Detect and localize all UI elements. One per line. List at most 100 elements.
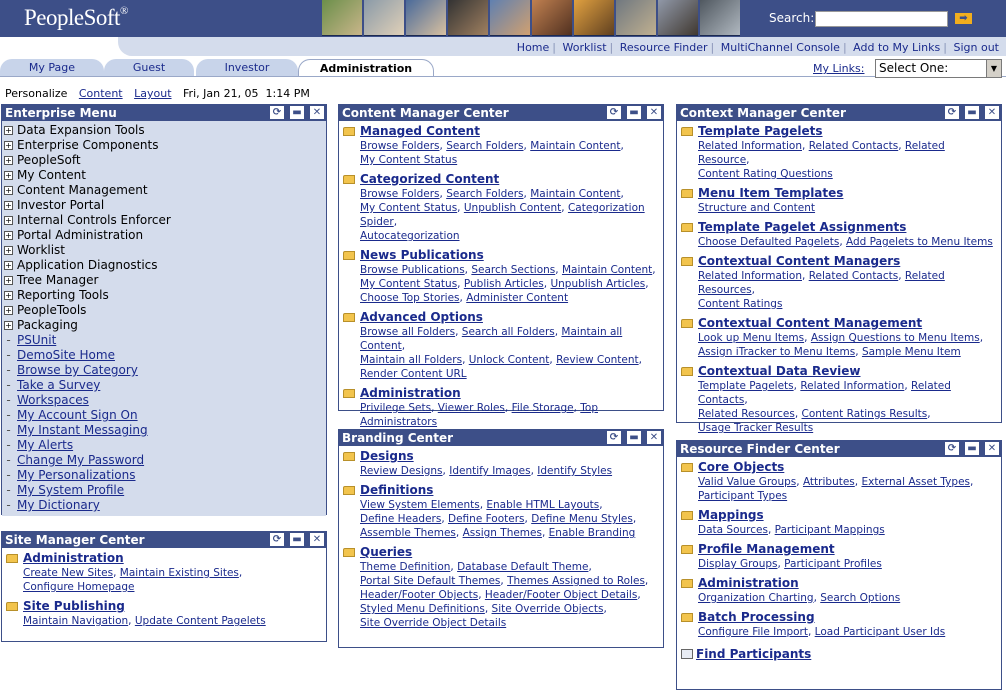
link-search-folders[interactable]: Search Folders xyxy=(446,188,523,200)
menu-folder-application-diagnostics[interactable]: + Application Diagnostics xyxy=(4,258,324,273)
expand-icon[interactable]: + xyxy=(4,291,13,300)
minimize-icon[interactable]: ▬ xyxy=(965,442,979,455)
link-maintain-content[interactable]: Maintain Content xyxy=(530,188,620,200)
section-title-link[interactable]: Profile Management xyxy=(698,542,882,557)
menu-link-my-account-sign-on[interactable]: - My Account Sign On xyxy=(4,408,324,423)
menu-folder-data-expansion-tools[interactable]: + Data Expansion Tools xyxy=(4,123,324,138)
expand-icon[interactable]: + xyxy=(4,321,13,330)
section-title-link[interactable]: Categorized Content xyxy=(360,172,659,187)
section-title-link[interactable]: Site Publishing xyxy=(23,599,266,614)
menu-link-my-alerts[interactable]: - My Alerts xyxy=(4,438,324,453)
expand-icon[interactable]: + xyxy=(4,141,13,150)
menu-link-label[interactable]: Browse by Category xyxy=(17,363,138,378)
menu-link-label[interactable]: PSUnit xyxy=(17,333,56,348)
link-review-designs[interactable]: Review Designs xyxy=(360,465,443,477)
link-define-headers[interactable]: Define Headers xyxy=(360,513,441,525)
menu-link-browse-by-category[interactable]: - Browse by Category xyxy=(4,363,324,378)
link-enable-html-layouts[interactable]: Enable HTML Layouts xyxy=(486,499,599,511)
expand-icon[interactable]: + xyxy=(4,171,13,180)
link-maintain-existing-sites[interactable]: Maintain Existing Sites xyxy=(120,567,239,579)
link-display-groups[interactable]: Display Groups xyxy=(698,558,777,570)
menu-link-my-instant-messaging[interactable]: - My Instant Messaging xyxy=(4,423,324,438)
link-identify-styles[interactable]: Identify Styles xyxy=(537,465,612,477)
section-title-link[interactable]: Advanced Options xyxy=(360,310,659,325)
link-attributes[interactable]: Attributes xyxy=(803,476,855,488)
link-privilege-sets[interactable]: Privilege Sets xyxy=(360,402,431,414)
section-title-link[interactable]: Administration xyxy=(698,576,900,591)
link-define-footers[interactable]: Define Footers xyxy=(448,513,525,525)
link-search-options[interactable]: Search Options xyxy=(820,592,900,604)
menu-folder-peoplesoft[interactable]: + PeopleSoft xyxy=(4,153,324,168)
link-identify-images[interactable]: Identify Images xyxy=(449,465,530,477)
link-usage-tracker-results[interactable]: Usage Tracker Results xyxy=(698,422,813,434)
link-administer-content[interactable]: Administer Content xyxy=(466,292,568,304)
link-maintain-navigation[interactable]: Maintain Navigation xyxy=(23,615,128,627)
link-add-pagelets-to-menu-items[interactable]: Add Pagelets to Menu Items xyxy=(846,236,993,248)
expand-icon[interactable]: + xyxy=(4,186,13,195)
menu-link-label[interactable]: My Instant Messaging xyxy=(17,423,148,438)
close-icon[interactable]: ✕ xyxy=(310,533,324,546)
personalize-content-link[interactable]: Content xyxy=(79,87,123,100)
link-unlock-content[interactable]: Unlock Content xyxy=(469,354,550,366)
link-create-new-sites[interactable]: Create New Sites xyxy=(23,567,113,579)
refresh-icon[interactable]: ⟳ xyxy=(270,106,284,119)
menu-folder-reporting-tools[interactable]: + Reporting Tools xyxy=(4,288,324,303)
menu-link-workspaces[interactable]: - Workspaces xyxy=(4,393,324,408)
close-icon[interactable]: ✕ xyxy=(647,106,661,119)
link-search-all-folders[interactable]: Search all Folders xyxy=(462,326,555,338)
tab-guest-label[interactable]: Guest xyxy=(133,61,165,74)
link-data-sources[interactable]: Data Sources xyxy=(698,524,768,536)
refresh-icon[interactable]: ⟳ xyxy=(607,106,621,119)
menu-link-label[interactable]: My Dictionary xyxy=(17,498,100,513)
link-unpublish-articles[interactable]: Unpublish Articles xyxy=(550,278,645,290)
link-browse-folders[interactable]: Browse Folders xyxy=(360,188,440,200)
link-load-participant-user-ids[interactable]: Load Participant User Ids xyxy=(815,626,946,638)
expand-icon[interactable]: + xyxy=(4,216,13,225)
refresh-icon[interactable]: ⟳ xyxy=(270,533,284,546)
link-enable-branding[interactable]: Enable Branding xyxy=(549,527,636,539)
expand-icon[interactable]: + xyxy=(4,261,13,270)
link-organization-charting[interactable]: Organization Charting xyxy=(698,592,814,604)
expand-icon[interactable]: + xyxy=(4,231,13,240)
link-external-asset-types[interactable]: External Asset Types xyxy=(861,476,970,488)
link-template-pagelets[interactable]: Template Pagelets xyxy=(698,380,794,392)
link-my-content-status[interactable]: My Content Status xyxy=(360,154,457,166)
menu-folder-internal-controls-enforcer[interactable]: + Internal Controls Enforcer xyxy=(4,213,324,228)
tab-investor-label[interactable]: Investor xyxy=(225,61,270,74)
link-assign-questions-to-menu-items[interactable]: Assign Questions to Menu Items xyxy=(811,332,980,344)
section-title-link[interactable]: Administration xyxy=(23,551,242,566)
menu-link-label[interactable]: Workspaces xyxy=(17,393,89,408)
link-assign-itracker-to-menu-items[interactable]: Assign iTracker to Menu Items xyxy=(698,346,855,358)
tab-administration[interactable]: Administration xyxy=(298,59,434,77)
menu-folder-peopletools[interactable]: + PeopleTools xyxy=(4,303,324,318)
menu-folder-tree-manager[interactable]: + Tree Manager xyxy=(4,273,324,288)
close-icon[interactable]: ✕ xyxy=(985,442,999,455)
refresh-icon[interactable]: ⟳ xyxy=(945,442,959,455)
link-browse-folders[interactable]: Browse Folders xyxy=(360,140,440,152)
section-title-link[interactable]: Contextual Content Management xyxy=(698,316,983,331)
link-related-information[interactable]: Related Information xyxy=(698,140,802,152)
link-choose-top-stories[interactable]: Choose Top Stories xyxy=(360,292,460,304)
link-database-default-theme[interactable]: Database Default Theme xyxy=(457,561,588,573)
section-title-link[interactable]: Contextual Content Managers xyxy=(698,254,997,269)
menu-folder-investor-portal[interactable]: + Investor Portal xyxy=(4,198,324,213)
search-input[interactable] xyxy=(815,11,948,27)
link-maintain-content[interactable]: Maintain Content xyxy=(562,264,652,276)
expand-icon[interactable]: + xyxy=(4,246,13,255)
link-maintain-content[interactable]: Maintain Content xyxy=(530,140,620,152)
link-site-override-objects[interactable]: Site Override Objects xyxy=(492,603,604,615)
link-assign-themes[interactable]: Assign Themes xyxy=(463,527,542,539)
tab-guest[interactable]: Guest xyxy=(104,59,194,77)
link-file-storage[interactable]: File Storage xyxy=(512,402,574,414)
link-unpublish-content[interactable]: Unpublish Content xyxy=(464,202,561,214)
link-view-system-elements[interactable]: View System Elements xyxy=(360,499,480,511)
link-theme-definition[interactable]: Theme Definition xyxy=(360,561,450,573)
menu-link-label[interactable]: My Account Sign On xyxy=(17,408,138,423)
refresh-icon[interactable]: ⟳ xyxy=(607,431,621,444)
peoplesoft-logo[interactable]: PeopleSoft® xyxy=(24,5,128,31)
link-styled-menu-definitions[interactable]: Styled Menu Definitions xyxy=(360,603,485,615)
search-go-icon[interactable]: ➡ xyxy=(955,13,972,24)
section-title-link[interactable]: Template Pagelet Assignments xyxy=(698,220,993,235)
link-autocategorization[interactable]: Autocategorization xyxy=(360,230,460,242)
link-configure-file-import[interactable]: Configure File Import xyxy=(698,626,808,638)
